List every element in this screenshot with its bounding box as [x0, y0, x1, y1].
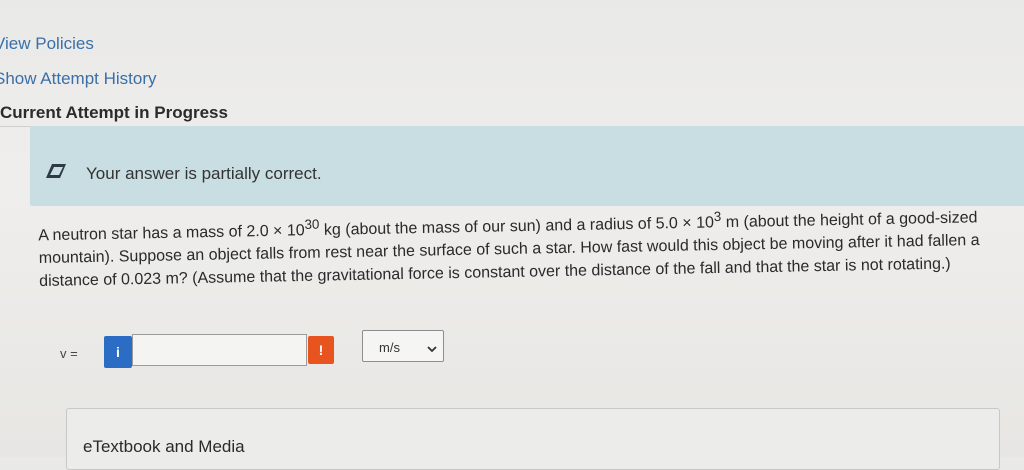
unit-select[interactable]: m/s [362, 330, 444, 362]
answer-row: v = i ! m/s [0, 330, 1024, 370]
show-attempt-history-link[interactable]: Show Attempt History [0, 69, 157, 89]
info-icon[interactable]: i [104, 336, 132, 368]
question-text: A neutron star has a mass of 2.0 × 1030 … [38, 208, 980, 291]
unit-selected: m/s [379, 340, 400, 355]
current-attempt-label: Current Attempt in Progress [0, 103, 228, 122]
answer-input[interactable] [132, 334, 307, 366]
feedback-banner: Your answer is partially correct. [30, 126, 1024, 206]
warning-icon: ! [308, 336, 334, 364]
view-policies-link[interactable]: View Policies [0, 34, 94, 54]
feedback-message: Your answer is partially correct. [86, 164, 322, 183]
variable-label: v = [60, 346, 78, 361]
etextbook-media-label: eTextbook and Media [83, 437, 245, 456]
etextbook-media-panel[interactable]: eTextbook and Media [66, 408, 1000, 470]
chevron-down-icon [427, 341, 437, 353]
pencil-icon [46, 164, 66, 178]
